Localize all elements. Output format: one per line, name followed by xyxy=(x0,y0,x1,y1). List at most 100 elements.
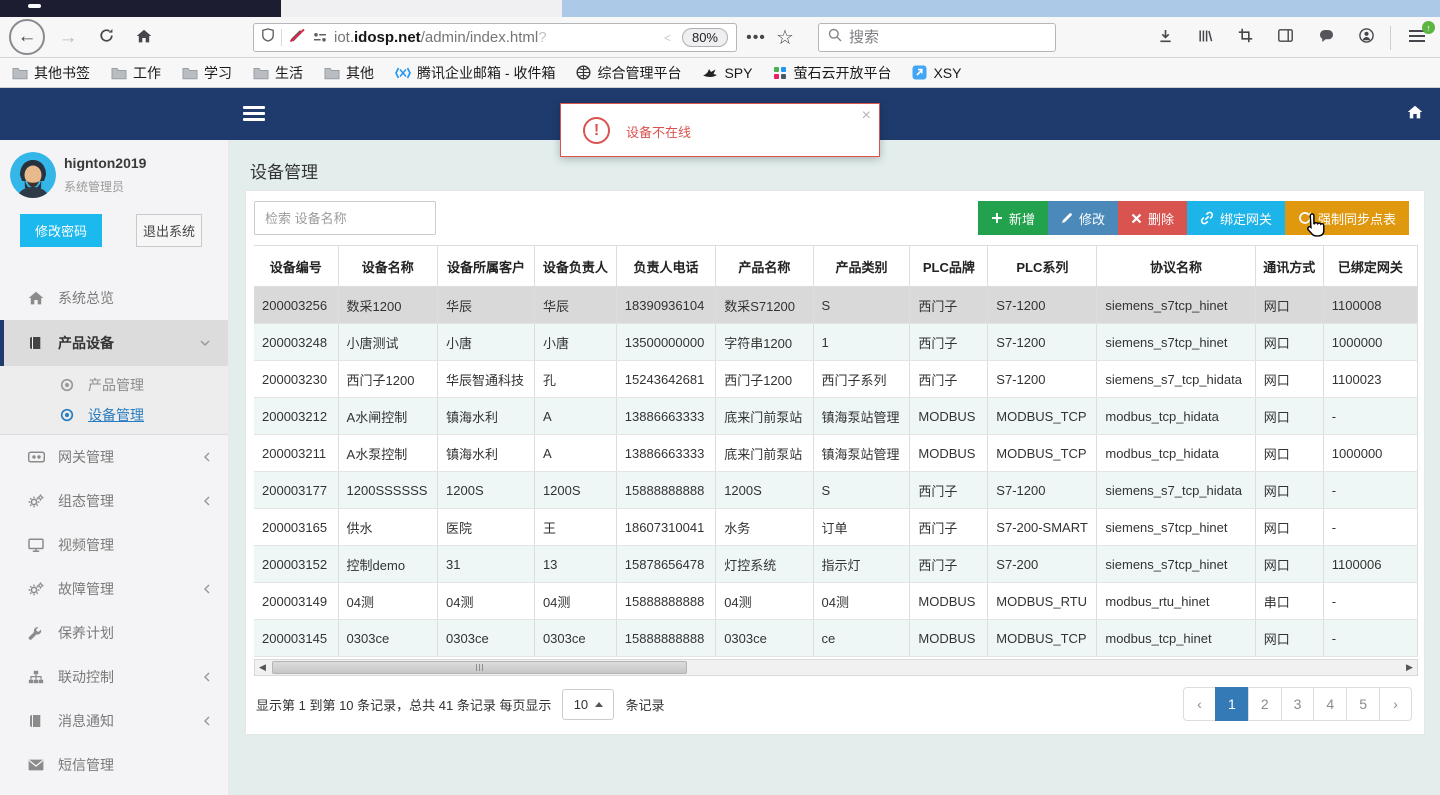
bookmark-item[interactable]: 腾讯企业邮箱 - 收件箱 xyxy=(395,63,555,83)
sidebar-item-视频管理[interactable]: 视频管理 xyxy=(0,523,228,567)
column-header[interactable]: 负责人电话 xyxy=(616,245,717,287)
horizontal-scrollbar[interactable]: ◀ ▶ xyxy=(254,659,1418,676)
column-header[interactable]: 通讯方式 xyxy=(1255,245,1324,287)
scrollbar-thumb[interactable] xyxy=(272,661,687,674)
shield-icon[interactable] xyxy=(262,28,274,47)
table-cell: 西门子 xyxy=(909,508,989,546)
bookmark-item[interactable]: 萤石云开放平台 xyxy=(773,63,891,83)
sidebar: hignton2019 系统管理员 修改密码 退出系统 系统总览 产品设备 产品管理… xyxy=(0,140,230,795)
column-header[interactable]: 已绑定网关 xyxy=(1323,245,1418,287)
bookmark-item[interactable]: 生活 xyxy=(253,63,303,83)
sidebar-item-联动控制[interactable]: 联动控制 xyxy=(0,655,228,699)
sidebar-item-消息通知[interactable]: 消息通知 xyxy=(0,699,228,743)
back-button[interactable]: ← xyxy=(9,19,45,55)
table-row[interactable]: 200003145 0303ce 0303ce 0303ce 15888888888 03… xyxy=(254,619,1418,657)
column-header[interactable]: 设备负责人 xyxy=(534,245,617,287)
sidebar-item-组态管理[interactable]: 组态管理 xyxy=(0,479,228,523)
alert-message: 设备不在线 xyxy=(626,124,692,140)
browser-home-button[interactable] xyxy=(132,26,156,50)
sidebar-item-产品设备[interactable]: 产品设备 xyxy=(0,320,228,366)
alert-dialog: ! 设备不在线 × xyxy=(560,103,880,157)
toolbar-button-强制同步点表[interactable]: 强制同步点表 xyxy=(1284,201,1409,235)
table-cell: siemens_s7_tcp_hidata xyxy=(1096,360,1256,398)
downloads-button[interactable] xyxy=(1152,25,1178,51)
sidebar-item-保养计划[interactable]: 保养计划 xyxy=(0,611,228,655)
page-actions-button[interactable]: ••• xyxy=(744,26,768,50)
table-row[interactable]: 200003177 1200SSSSSS 1200S 1200S 15888888888… xyxy=(254,471,1418,509)
sidebar-item-短信管理[interactable]: 短信管理 xyxy=(0,743,228,787)
column-header[interactable]: 产品名称 xyxy=(715,245,814,287)
scroll-left-arrow[interactable]: ◀ xyxy=(255,660,270,675)
table-row[interactable]: 200003230 西门子1200 华辰智通科技孔 15243642681 西门子120… xyxy=(254,360,1418,398)
sidebar-subitem-设备管理[interactable]: 设备管理 xyxy=(0,400,228,430)
toolbar-button-label: 删除 xyxy=(1147,211,1174,227)
sidebar-collapse-button[interactable] xyxy=(243,103,265,125)
blocked-pencil-icon[interactable] xyxy=(289,28,306,48)
table-row[interactable]: 200003152 控制demo 31 13 15878656478 灯控系统 指示灯 西门子… xyxy=(254,545,1418,583)
bookmark-item[interactable]: 其他书签 xyxy=(12,63,90,83)
toolbar-button-绑定网关[interactable]: 绑定网关 xyxy=(1186,201,1285,235)
scroll-right-arrow[interactable]: ▶ xyxy=(1402,660,1417,675)
browser-search-box[interactable] xyxy=(818,23,1056,52)
table-row[interactable]: 200003149 04测 04测 04测 15888888888 04测 04测 MODBU… xyxy=(254,582,1418,620)
toolbar-button-删除[interactable]: 删除 xyxy=(1117,201,1187,235)
column-header[interactable]: 协议名称 xyxy=(1096,245,1256,287)
bookmark-star-icon[interactable]: ☆ xyxy=(772,24,798,50)
bookmark-item[interactable]: XSY xyxy=(912,65,961,81)
table-row[interactable]: 200003212 A水闸控制 镇海水利 A 13886663333 底来门前泵站 镇海泵站… xyxy=(254,397,1418,435)
bookmark-item[interactable]: 工作 xyxy=(111,63,161,83)
app-home-button[interactable] xyxy=(1407,103,1429,125)
pager-item-2[interactable]: 2 xyxy=(1247,687,1282,721)
table-row[interactable]: 200003165 供水 医院王 18607310041 水务 订单 西门子 S7-200-S… xyxy=(254,508,1418,546)
table-row[interactable]: 200003248 小唐测试 小唐 小唐 13500000000 字符串1200 1 西门子 S… xyxy=(254,323,1418,361)
browser-search-input[interactable] xyxy=(849,29,1029,46)
gears-icon xyxy=(28,494,45,508)
column-header[interactable]: PLC系列 xyxy=(987,245,1098,287)
column-header[interactable]: 设备名称 xyxy=(338,245,439,287)
url-bar[interactable]: iot.idosp.net/admin/index.html? < 80% xyxy=(253,23,737,52)
update-badge-icon: ↑ xyxy=(1422,21,1435,34)
toolbar-button-修改[interactable]: 修改 xyxy=(1047,201,1118,235)
messages-button[interactable] xyxy=(1313,25,1339,51)
sidebar-toggle-button[interactable] xyxy=(1272,25,1298,51)
screenshot-button[interactable] xyxy=(1232,25,1258,51)
bookmark-item[interactable]: 其他 xyxy=(324,63,374,83)
toolbar-button-新增[interactable]: 新增 xyxy=(977,201,1048,235)
change-password-button[interactable]: 修改密码 xyxy=(20,214,102,247)
column-header[interactable]: 产品类别 xyxy=(813,245,911,287)
pager-item-4[interactable]: 4 xyxy=(1313,687,1348,721)
pager-item-1[interactable]: 1 xyxy=(1215,687,1249,721)
bookmark-item[interactable]: 学习 xyxy=(182,63,232,83)
column-header[interactable]: 设备编号 xyxy=(254,245,339,287)
account-button[interactable] xyxy=(1353,25,1379,51)
column-header[interactable]: 设备所属客户 xyxy=(437,245,535,287)
pager-item-›[interactable]: › xyxy=(1379,687,1412,721)
table-cell: 底来门前泵站 xyxy=(715,434,814,472)
sidebar-subitem-产品管理[interactable]: 产品管理 xyxy=(0,370,228,400)
window-titlebar xyxy=(562,0,1440,17)
bookmark-label: 生活 xyxy=(275,64,303,81)
zoom-level-badge[interactable]: 80% xyxy=(681,28,728,47)
table-row[interactable]: 200003256 数采1200 华辰 华辰 18390936104 数采S71200 S 西… xyxy=(254,286,1418,324)
permissions-icon[interactable] xyxy=(313,29,327,47)
tab-strip-gap xyxy=(281,0,562,17)
pager-item-5[interactable]: 5 xyxy=(1346,687,1380,721)
sidebar-item-故障管理[interactable]: 故障管理 xyxy=(0,567,228,611)
sidebar-item-系统总览[interactable]: 系统总览 xyxy=(0,276,228,320)
active-tab[interactable] xyxy=(0,0,281,17)
avatar[interactable] xyxy=(10,152,56,198)
forward-button[interactable]: → xyxy=(56,26,80,50)
table-row[interactable]: 200003211 A水泵控制 镇海水利 A 13886663333 底来门前泵站 镇海泵站… xyxy=(254,434,1418,472)
bookmark-item[interactable]: SPY xyxy=(702,65,752,81)
logout-button[interactable]: 退出系统 xyxy=(136,214,202,247)
sidebar-item-网关管理[interactable]: 网关管理 xyxy=(0,435,228,479)
library-button[interactable] xyxy=(1192,25,1218,51)
alert-close-icon[interactable]: × xyxy=(862,108,871,124)
device-search-input[interactable] xyxy=(254,201,436,235)
reload-button[interactable] xyxy=(94,26,118,50)
bookmark-item[interactable]: 综合管理平台 xyxy=(576,63,681,83)
pager-item-‹[interactable]: ‹ xyxy=(1183,687,1217,721)
pager-item-3[interactable]: 3 xyxy=(1280,687,1315,721)
column-header[interactable]: PLC品牌 xyxy=(909,245,989,287)
page-size-select[interactable]: 10 xyxy=(562,688,615,720)
